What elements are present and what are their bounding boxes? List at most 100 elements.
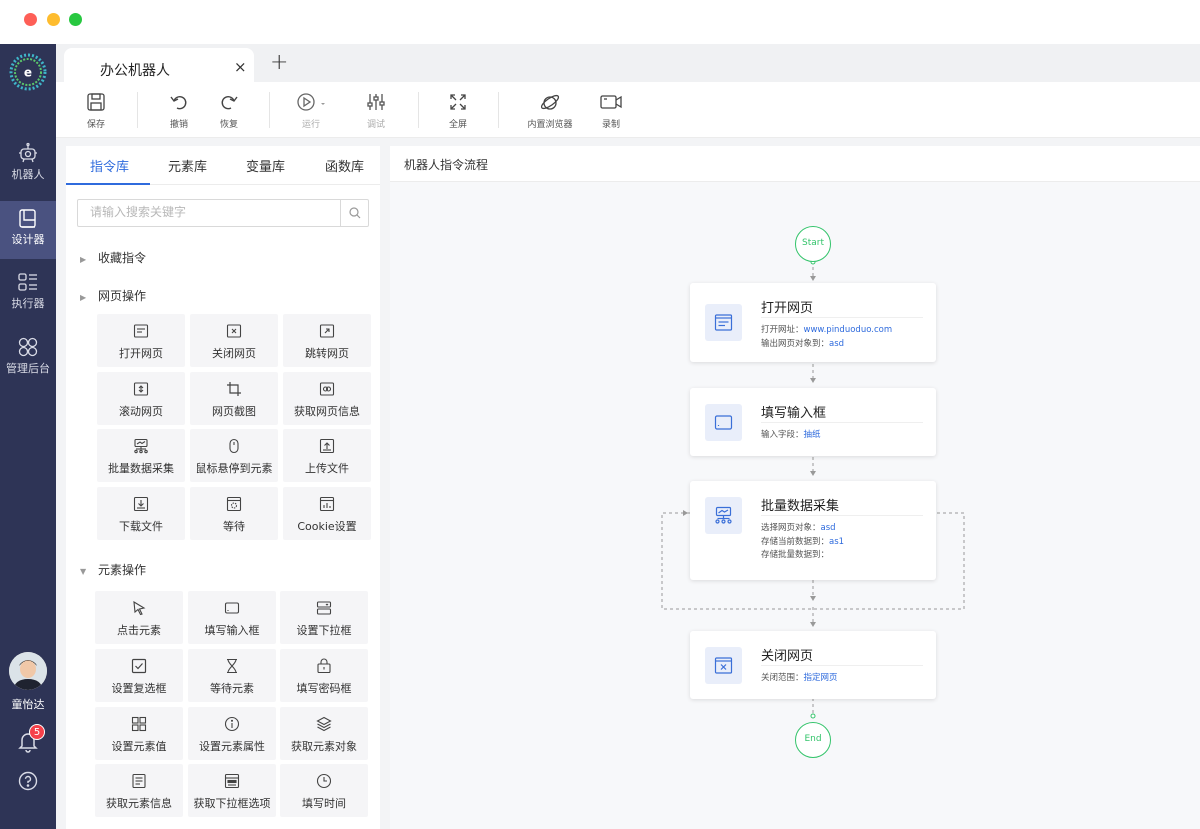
cmd-fill-input[interactable]: 填写输入框 (188, 591, 276, 644)
cmd-screenshot[interactable]: 网页截图 (190, 372, 278, 425)
flow-header: 机器人指令流程 (390, 146, 1200, 182)
sidebar-item-label: 管理后台 (6, 362, 50, 375)
cmd-set-dropdown[interactable]: 设置下拉框 (280, 591, 368, 644)
cmd-mouse-hover[interactable]: 鼠标悬停到元素 (190, 429, 278, 482)
cmd-label: 鼠标悬停到元素 (195, 462, 273, 475)
sidebar-item-robot[interactable]: 机器人 (0, 136, 56, 194)
tab-instruction-library[interactable]: 指令库 (90, 156, 129, 175)
flow-node-open-webpage[interactable]: 打开网页 打开网址：www.pinduoduo.com 输出网页对象到：asd (690, 283, 936, 362)
flow-title: 机器人指令流程 (404, 158, 489, 172)
cmd-get-dropdown-options[interactable]: 获取下拉框选项 (188, 764, 276, 817)
cmd-fill-time[interactable]: 填写时间 (280, 764, 368, 817)
active-tab-indicator (66, 183, 150, 185)
avatar[interactable] (9, 652, 47, 690)
node-prop: 输出网页对象到：asd (761, 339, 845, 349)
tab-title: 办公机器人 (100, 63, 170, 79)
input-node-icon-box (705, 404, 742, 441)
cmd-batch-data-collect[interactable]: 批量数据采集 (97, 429, 185, 482)
cmd-get-webpage-info[interactable]: 获取网页信息 (283, 372, 371, 425)
debug-label: 调试 (366, 120, 385, 130)
cmd-fill-password[interactable]: 填写密码框 (280, 649, 368, 702)
cmd-label: 打开网页 (119, 347, 163, 360)
close-tab-icon[interactable]: × (234, 58, 247, 76)
flow-panel: 机器人指令流程 Start 打开网页 打开网址：www.pinduoduo.co… (390, 146, 1200, 829)
admin-icon (18, 337, 38, 357)
redo-button[interactable]: 恢复 (199, 92, 259, 130)
sidebar-item-designer[interactable]: 设计器 (0, 201, 56, 259)
cmd-close-webpage[interactable]: 关闭网页 (190, 314, 278, 367)
flow-end-node[interactable]: End (795, 722, 831, 758)
category-element[interactable]: ▼ 元素操作 (80, 561, 146, 578)
search-box (77, 199, 369, 227)
help-icon[interactable] (18, 771, 38, 791)
cmd-get-element-info[interactable]: 获取元素信息 (95, 764, 183, 817)
sidebar-item-executor[interactable]: 执行器 (0, 265, 56, 323)
cmd-click-element[interactable]: 点击元素 (95, 591, 183, 644)
cmd-label: 上传文件 (305, 462, 349, 475)
flow-node-close-webpage[interactable]: 关闭网页 关闭范围：指定网页 (690, 631, 936, 699)
jump-icon (319, 324, 335, 338)
run-button[interactable]: 运行 (281, 92, 341, 130)
cmd-label: 获取下拉框选项 (193, 797, 271, 810)
cmd-download-file[interactable]: 下载文件 (97, 487, 185, 540)
add-tab-button[interactable]: + (270, 50, 288, 75)
app-logo[interactable]: e (8, 52, 48, 92)
executor-icon (18, 273, 37, 291)
cmd-open-webpage[interactable]: 打开网页 (97, 314, 185, 367)
save-button[interactable]: 保存 (66, 92, 126, 130)
tab-variable-library[interactable]: 变量库 (246, 156, 285, 175)
grid-icon (131, 716, 147, 732)
flow-node-batch-collect[interactable]: 批量数据采集 选择网页对象：asd 存储当前数据到：as1 存储批量数据到： (690, 481, 936, 580)
flow-start-node[interactable]: Start (795, 226, 831, 262)
debug-button[interactable]: 调试 (346, 92, 406, 130)
builtin-browser-button[interactable]: 内置浏览器 (520, 92, 580, 130)
cmd-upload-file[interactable]: 上传文件 (283, 429, 371, 482)
tab-element-library[interactable]: 元素库 (168, 156, 207, 175)
batch-node-icon-box (705, 497, 742, 534)
category-favorites[interactable]: ▶ 收藏指令 (80, 249, 146, 266)
cmd-set-checkbox[interactable]: 设置复选框 (95, 649, 183, 702)
sidebar-item-admin[interactable]: 管理后台 (0, 330, 56, 388)
cmd-set-element-attr[interactable]: 设置元素属性 (188, 707, 276, 760)
search-button[interactable] (340, 200, 368, 226)
designer-icon (19, 209, 36, 228)
maximize-window-button[interactable] (69, 13, 82, 26)
fullscreen-label: 全屏 (448, 120, 467, 130)
cmd-label: 填写密码框 (296, 682, 352, 695)
category-web[interactable]: ▶ 网页操作 (80, 287, 146, 304)
fullscreen-button[interactable]: 全屏 (428, 92, 488, 130)
clock-icon (316, 773, 332, 789)
info-icon (224, 716, 240, 732)
cmd-cookie-settings[interactable]: Cookie设置 (283, 487, 371, 540)
upload-icon (319, 438, 335, 454)
redo-label: 恢复 (219, 120, 238, 130)
cmd-label: 填写时间 (302, 797, 346, 810)
cmd-label: 设置复选框 (111, 682, 167, 695)
minimize-window-button[interactable] (47, 13, 60, 26)
window-titlebar (0, 0, 1200, 44)
search-input[interactable] (90, 205, 330, 219)
pointer-icon (133, 600, 146, 616)
cmd-label: 获取元素对象 (291, 740, 357, 753)
library-panel: 指令库 元素库 变量库 函数库 ▶ 收藏指令 ▶ 网页操作 打开网页 关闭网页 跳转… (66, 146, 380, 829)
cmd-get-element-object[interactable]: 获取元素对象 (280, 707, 368, 760)
sidebar-item-label: 执行器 (11, 297, 45, 310)
cmd-set-element-value[interactable]: 设置元素值 (95, 707, 183, 760)
user-name: 童怡达 (11, 698, 45, 711)
batch-collect-icon (134, 438, 148, 454)
tab-office-robot[interactable]: 办公机器人 × (64, 48, 254, 86)
node-prop: 关闭范围：指定网页 (761, 673, 838, 683)
cmd-wait-element[interactable]: 等待元素 (188, 649, 276, 702)
cmd-label: 等待 (223, 520, 245, 533)
record-button[interactable]: 录制 (581, 92, 641, 130)
cookie-icon (319, 496, 335, 512)
run-label: 运行 (301, 120, 320, 130)
tab-function-library[interactable]: 函数库 (325, 156, 364, 175)
cmd-scroll-webpage[interactable]: 滚动网页 (97, 372, 185, 425)
node-prop: 输入字段：抽纸 (761, 430, 821, 440)
flow-node-fill-input[interactable]: 填写输入框 输入字段：抽纸 (690, 388, 936, 456)
close-window-button[interactable] (24, 13, 37, 26)
cmd-wait[interactable]: 等待 (190, 487, 278, 540)
cmd-goto-webpage[interactable]: 跳转网页 (283, 314, 371, 367)
hourglass-icon (227, 658, 237, 674)
